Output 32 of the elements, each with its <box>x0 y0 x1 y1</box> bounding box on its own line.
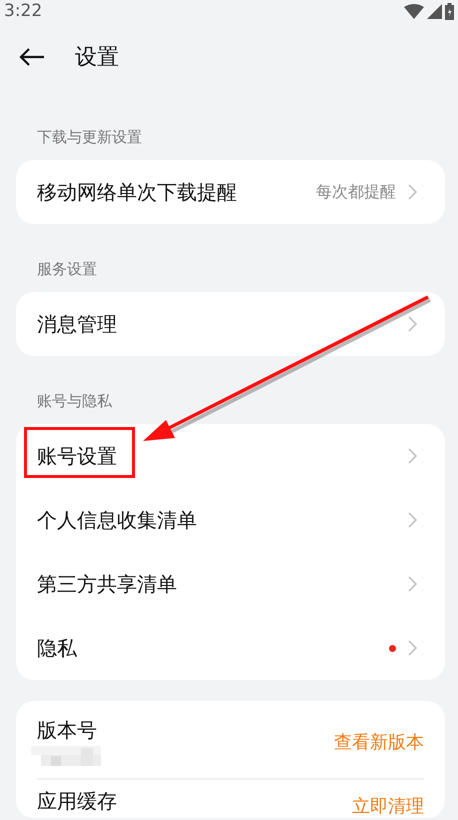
section-label: 账号与隐私 <box>36 391 113 412</box>
chevron-icon <box>408 448 417 464</box>
signal-icon <box>427 4 442 18</box>
settings-row[interactable]: 隐私 <box>16 616 445 680</box>
chevron-icon <box>408 576 417 592</box>
back-arrow-icon[interactable] <box>19 48 45 66</box>
chevron-icon <box>408 316 417 332</box>
page-title: 设置 <box>75 44 119 72</box>
row-title: 隐私 <box>37 634 77 662</box>
row-title: 消息管理 <box>37 310 117 338</box>
row-title: 移动网络单次下载提醒 <box>37 178 237 206</box>
chevron-icon <box>408 512 417 528</box>
row-title: 账号设置 <box>37 442 117 470</box>
chevron-icon <box>408 640 417 656</box>
row-value: 每次都提醒 <box>316 182 396 202</box>
chevron-icon <box>408 184 417 200</box>
settings-row[interactable]: 第三方共享清单 <box>16 552 445 616</box>
row-title: 应用缓存 <box>37 788 117 815</box>
battery-icon <box>445 2 454 20</box>
row-title: 版本号 <box>37 717 98 744</box>
row-title: 个人信息收集清单 <box>37 506 197 534</box>
settings-row[interactable]: 消息管理 <box>16 292 445 356</box>
settings-row[interactable]: 账号设置 <box>16 424 445 488</box>
status-time: 3:22 <box>4 1 42 21</box>
settings-row[interactable]: 版本号 查看新版本 <box>16 701 445 778</box>
section-label: 服务设置 <box>36 259 98 280</box>
settings-row[interactable]: 应用缓存 立即清理 <box>16 780 445 818</box>
settings-row[interactable]: 个人信息收集清单 <box>16 488 445 552</box>
section-label: 下载与更新设置 <box>36 127 143 148</box>
row-title: 第三方共享清单 <box>37 570 177 598</box>
wifi-icon <box>404 4 424 18</box>
settings-row[interactable]: 移动网络单次下载提醒 每次都提醒 <box>16 160 445 224</box>
